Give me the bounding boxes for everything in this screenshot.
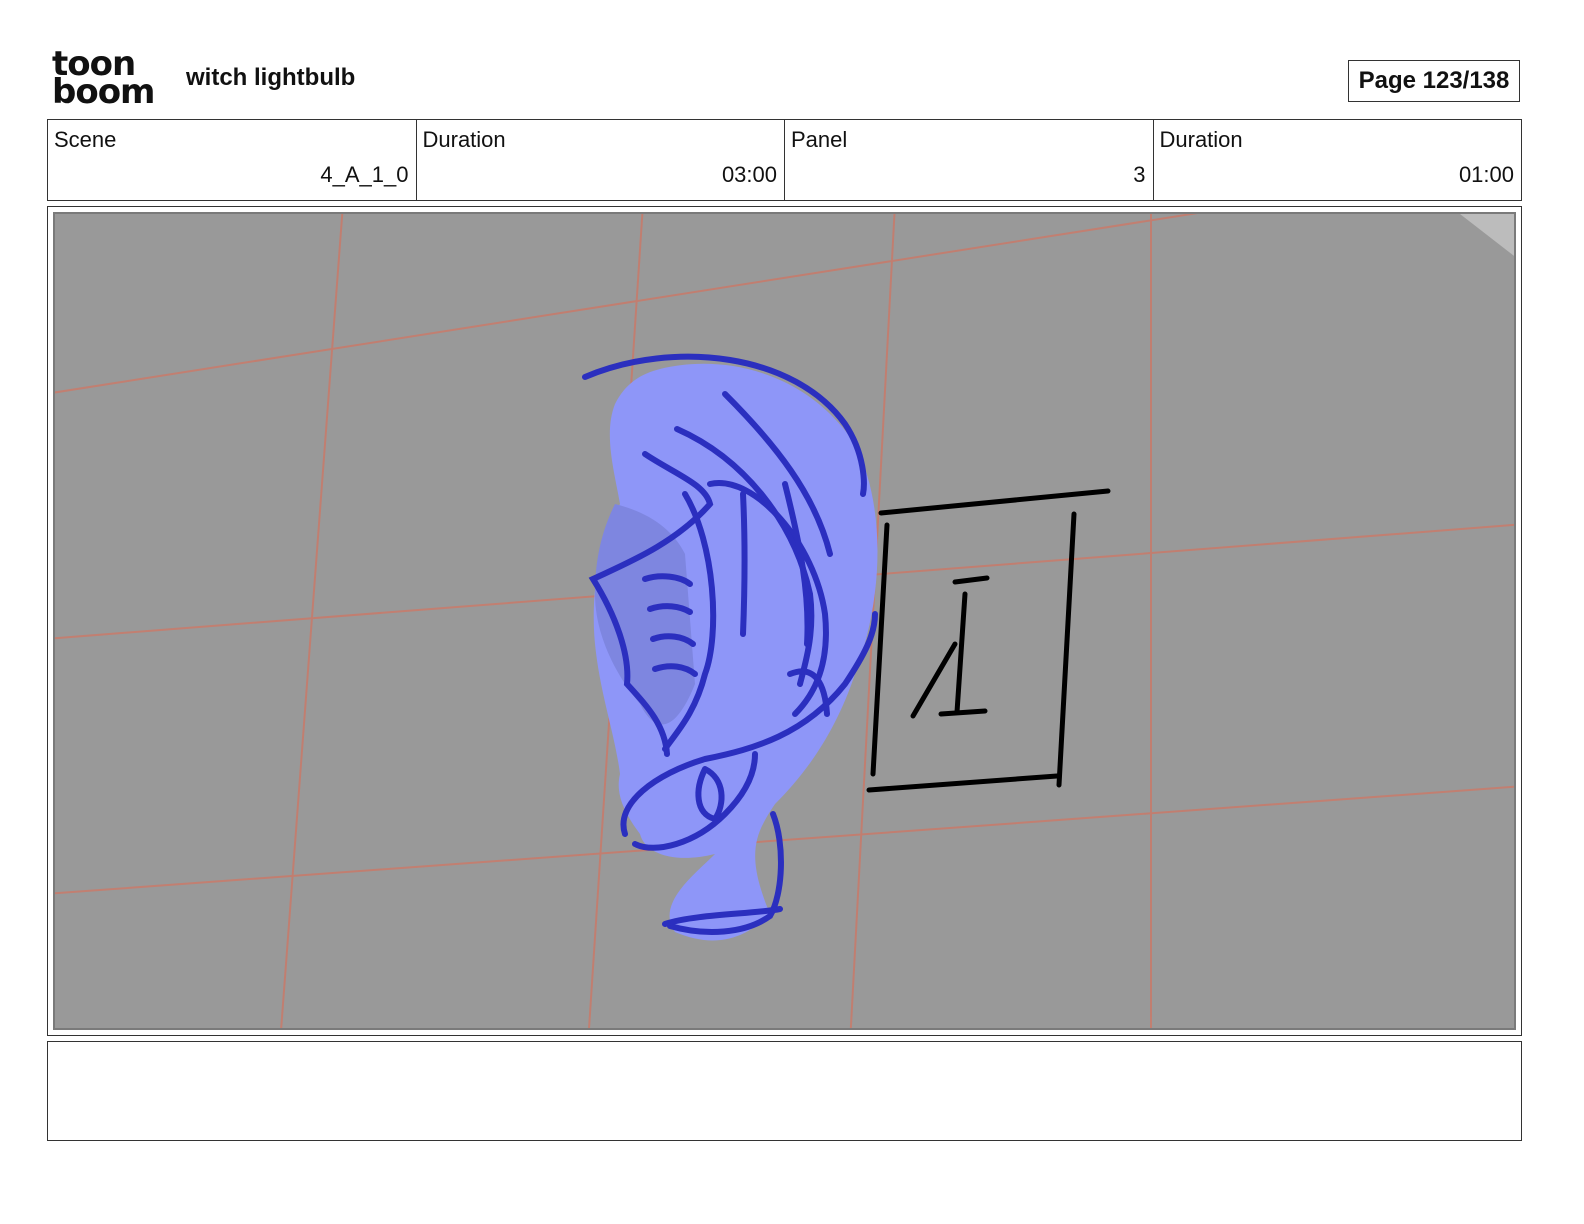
picture-frame-sketch	[866, 488, 1111, 793]
scene-value: 4_A_1_0	[320, 162, 409, 187]
panel-label: Panel	[791, 127, 848, 152]
panel-frame	[47, 206, 1522, 1036]
scene-cell: Scene 4_A_1_0	[48, 120, 417, 200]
panel-notes	[47, 1041, 1522, 1141]
document-title: witch lightbulb	[186, 64, 356, 91]
scene-duration-label: Duration	[422, 127, 506, 152]
panel-duration-cell: Duration 01:00	[1154, 120, 1522, 200]
scene-info-table: Scene 4_A_1_0 Duration 03:00 Panel 3 Dur…	[47, 119, 1522, 201]
scene-duration-cell: Duration 03:00	[417, 120, 785, 200]
corner-fold	[1460, 214, 1514, 256]
panel-image	[53, 212, 1516, 1030]
logo-line-2: boom	[52, 72, 155, 112]
ear-sketch	[582, 353, 878, 941]
scene-label: Scene	[54, 127, 117, 152]
page-indicator: Page 123/138	[1348, 60, 1520, 102]
toonboom-logo: toon boom	[52, 47, 164, 112]
panel-drawing	[55, 214, 1514, 1028]
panel-duration-label: Duration	[1159, 127, 1243, 152]
panel-cell: Panel 3	[785, 120, 1154, 200]
scene-duration-value: 03:00	[721, 162, 777, 187]
panel-duration-value: 01:00	[1458, 162, 1514, 187]
panel-value: 3	[1133, 162, 1146, 187]
